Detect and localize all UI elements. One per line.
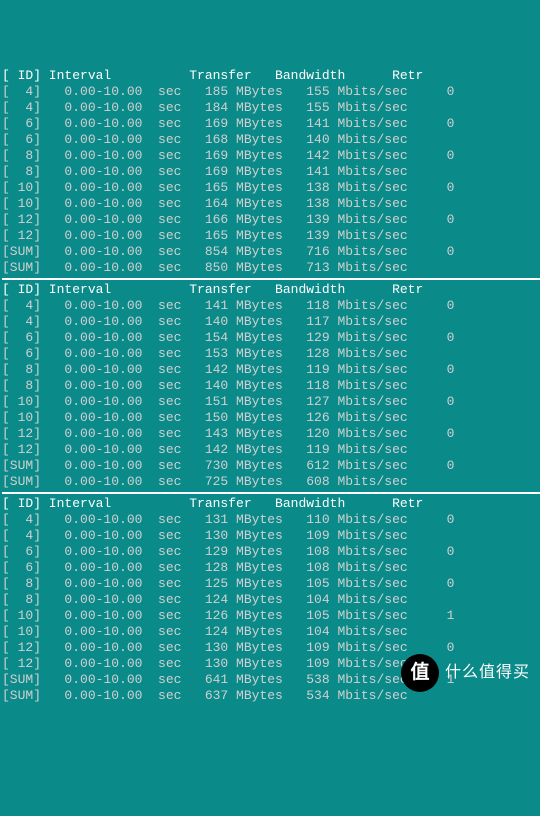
table-row: [ 8] 0.00-10.00 sec 125 MBytes 105 Mbits… (2, 576, 540, 592)
table-row: [ 6] 0.00-10.00 sec 128 MBytes 108 Mbits… (2, 560, 540, 576)
table-row: [ 6] 0.00-10.00 sec 169 MBytes 141 Mbits… (2, 116, 540, 132)
table-row: [ 4] 0.00-10.00 sec 130 MBytes 109 Mbits… (2, 528, 540, 544)
watermark-label: 什么值得买 (445, 665, 530, 681)
table-row: [SUM] 0.00-10.00 sec 725 MBytes 608 Mbit… (2, 474, 540, 490)
table-row: [SUM] 0.00-10.00 sec 854 MBytes 716 Mbit… (2, 244, 540, 260)
table-row: [ 8] 0.00-10.00 sec 169 MBytes 142 Mbits… (2, 148, 540, 164)
table-row: [ 12] 0.00-10.00 sec 165 MBytes 139 Mbit… (2, 228, 540, 244)
table-row: [ 8] 0.00-10.00 sec 124 MBytes 104 Mbits… (2, 592, 540, 608)
table-row: [ 8] 0.00-10.00 sec 142 MBytes 119 Mbits… (2, 362, 540, 378)
table-row: [ 4] 0.00-10.00 sec 131 MBytes 110 Mbits… (2, 512, 540, 528)
block-separator (2, 492, 540, 494)
table-row: [ 6] 0.00-10.00 sec 154 MBytes 129 Mbits… (2, 330, 540, 346)
table-row: [ 10] 0.00-10.00 sec 124 MBytes 104 Mbit… (2, 624, 540, 640)
table-row: [ 4] 0.00-10.00 sec 185 MBytes 155 Mbits… (2, 84, 540, 100)
table-row: [ 12] 0.00-10.00 sec 142 MBytes 119 Mbit… (2, 442, 540, 458)
table-row: [ 10] 0.00-10.00 sec 165 MBytes 138 Mbit… (2, 180, 540, 196)
table-row: [ 8] 0.00-10.00 sec 140 MBytes 118 Mbits… (2, 378, 540, 394)
watermark: 值 什么值得买 (401, 654, 530, 692)
table-row: [ 6] 0.00-10.00 sec 168 MBytes 140 Mbits… (2, 132, 540, 148)
table-row: [ 6] 0.00-10.00 sec 129 MBytes 108 Mbits… (2, 544, 540, 560)
terminal-output: [ ID] Interval Transfer Bandwidth Retr[ … (2, 68, 540, 704)
table-row: [ 10] 0.00-10.00 sec 126 MBytes 105 Mbit… (2, 608, 540, 624)
block-separator (2, 278, 540, 280)
table-row: [ 4] 0.00-10.00 sec 141 MBytes 118 Mbits… (2, 298, 540, 314)
table-row: [ 6] 0.00-10.00 sec 153 MBytes 128 Mbits… (2, 346, 540, 362)
table-row: [ 12] 0.00-10.00 sec 166 MBytes 139 Mbit… (2, 212, 540, 228)
table-row: [ 4] 0.00-10.00 sec 184 MBytes 155 Mbits… (2, 100, 540, 116)
table-header: [ ID] Interval Transfer Bandwidth Retr (2, 496, 540, 512)
table-header: [ ID] Interval Transfer Bandwidth Retr (2, 68, 540, 84)
table-row: [ 10] 0.00-10.00 sec 151 MBytes 127 Mbit… (2, 394, 540, 410)
watermark-logo-icon: 值 (401, 654, 439, 692)
table-row: [SUM] 0.00-10.00 sec 850 MBytes 713 Mbit… (2, 260, 540, 276)
table-row: [ 12] 0.00-10.00 sec 143 MBytes 120 Mbit… (2, 426, 540, 442)
table-row: [ 10] 0.00-10.00 sec 150 MBytes 126 Mbit… (2, 410, 540, 426)
table-row: [ 10] 0.00-10.00 sec 164 MBytes 138 Mbit… (2, 196, 540, 212)
table-header: [ ID] Interval Transfer Bandwidth Retr (2, 282, 540, 298)
table-row: [ 8] 0.00-10.00 sec 169 MBytes 141 Mbits… (2, 164, 540, 180)
table-row: [SUM] 0.00-10.00 sec 730 MBytes 612 Mbit… (2, 458, 540, 474)
table-row: [ 4] 0.00-10.00 sec 140 MBytes 117 Mbits… (2, 314, 540, 330)
